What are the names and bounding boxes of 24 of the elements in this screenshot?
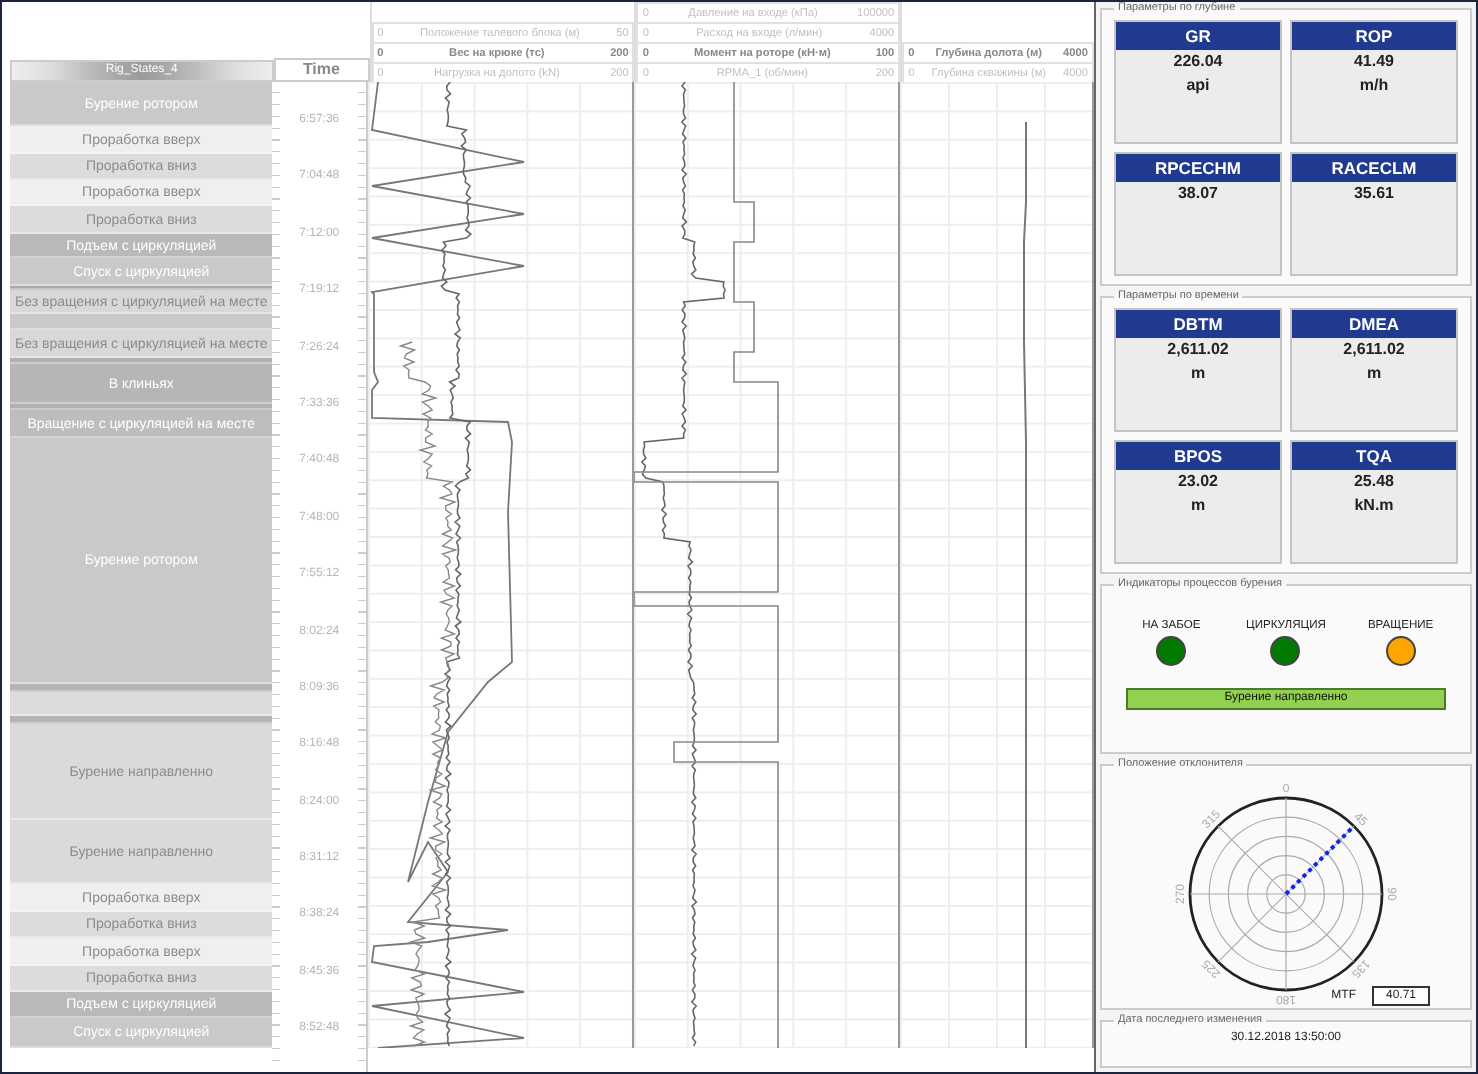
time-column-title: Time <box>273 58 370 82</box>
parameter-unit: m <box>1190 494 1206 518</box>
parameter-name: DBTM <box>1116 310 1280 338</box>
parameter-value: 2,611.02 <box>1167 338 1229 362</box>
parameter-value: 41.49 <box>1353 50 1395 74</box>
parameter-unit: m/h <box>1359 74 1389 98</box>
parameter-unit: kN.m <box>1354 494 1394 518</box>
parameter-value: 2,611.02 <box>1343 338 1405 362</box>
parameter-name: RPCECHM <box>1116 154 1280 182</box>
parameter-unit: m <box>1190 362 1206 386</box>
parameter-value: 25.48 <box>1353 470 1395 494</box>
parameter-name: TQA <box>1292 442 1456 470</box>
parameter-unit: m <box>1366 362 1382 386</box>
parameter-name: DMEA <box>1292 310 1456 338</box>
parameter-unit: api <box>1186 74 1210 98</box>
parameter-value: 38.07 <box>1177 182 1219 206</box>
parameter-name: BPOS <box>1116 442 1280 470</box>
parameter-value: 23.02 <box>1177 470 1219 494</box>
toolface-line <box>1284 826 1354 896</box>
parameter-name: GR <box>1116 22 1280 50</box>
parameter-name: ROP <box>1292 22 1456 50</box>
parameter-value: 226.04 <box>1173 50 1223 74</box>
parameter-value: 35.61 <box>1353 182 1395 206</box>
parameter-name: RACECLM <box>1292 154 1456 182</box>
